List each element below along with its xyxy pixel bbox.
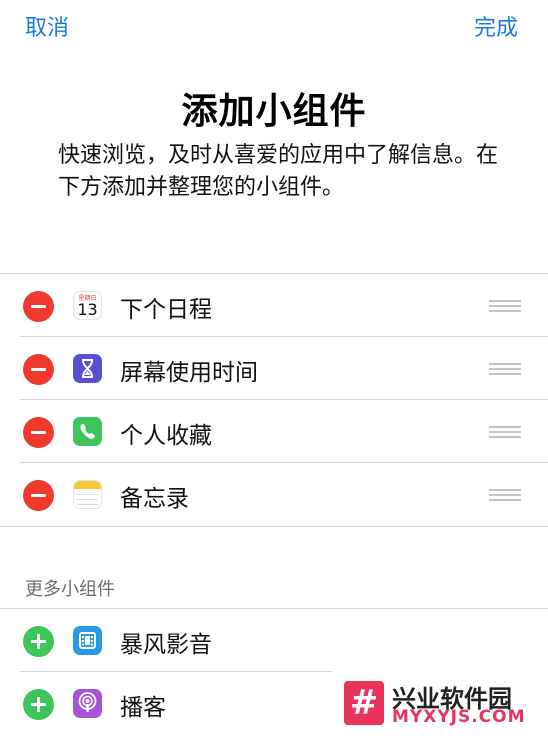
watermark-logo-icon: # <box>344 681 384 725</box>
remove-icon[interactable] <box>23 354 54 385</box>
widget-row-next-event: 星期日 13 下个日程 <box>0 274 548 337</box>
widget-label: 暴风影音 <box>120 632 212 658</box>
widget-label: 屏幕使用时间 <box>120 360 258 386</box>
widget-row-baofeng: 暴风影音 <box>0 609 548 672</box>
reorder-handle-icon[interactable] <box>489 363 521 375</box>
hourglass-icon <box>73 354 102 383</box>
remove-icon[interactable] <box>23 417 54 448</box>
notes-icon <box>73 480 102 509</box>
widget-label: 播客 <box>120 695 166 721</box>
remove-icon[interactable] <box>23 291 54 322</box>
widget-row-favorites: 个人收藏 <box>0 400 548 463</box>
page-subtitle: 快速浏览，及时从喜爱的应用中了解信息。在下方添加并整理您的小组件。 <box>58 143 499 200</box>
reorder-handle-icon[interactable] <box>489 426 521 438</box>
watermark: # 兴业软件园 MYXYJS.COM <box>342 681 542 729</box>
baofeng-icon <box>73 626 102 655</box>
widget-label: 个人收藏 <box>120 423 212 449</box>
phone-icon <box>73 417 102 446</box>
widget-label: 备忘录 <box>120 486 189 512</box>
widget-row-screen-time: 屏幕使用时间 <box>0 337 548 400</box>
cancel-button[interactable]: 取消 <box>25 10 69 42</box>
add-icon[interactable] <box>23 626 54 657</box>
watermark-en-text: MYXYJS.COM <box>392 707 526 727</box>
remove-icon[interactable] <box>23 480 54 511</box>
reorder-handle-icon[interactable] <box>489 300 521 312</box>
widget-label: 下个日程 <box>120 297 212 323</box>
done-button[interactable]: 完成 <box>474 10 518 42</box>
reorder-handle-icon[interactable] <box>489 489 521 501</box>
widget-row-notes: 备忘录 <box>0 463 548 526</box>
calendar-day: 13 <box>77 300 98 319</box>
podcasts-icon <box>73 689 102 718</box>
more-widgets-header: 更多小组件 <box>25 579 115 600</box>
calendar-icon: 星期日 13 <box>73 291 102 320</box>
add-icon[interactable] <box>23 689 54 720</box>
page-title: 添加小组件 <box>181 91 367 132</box>
group-bottom-divider <box>0 526 548 527</box>
